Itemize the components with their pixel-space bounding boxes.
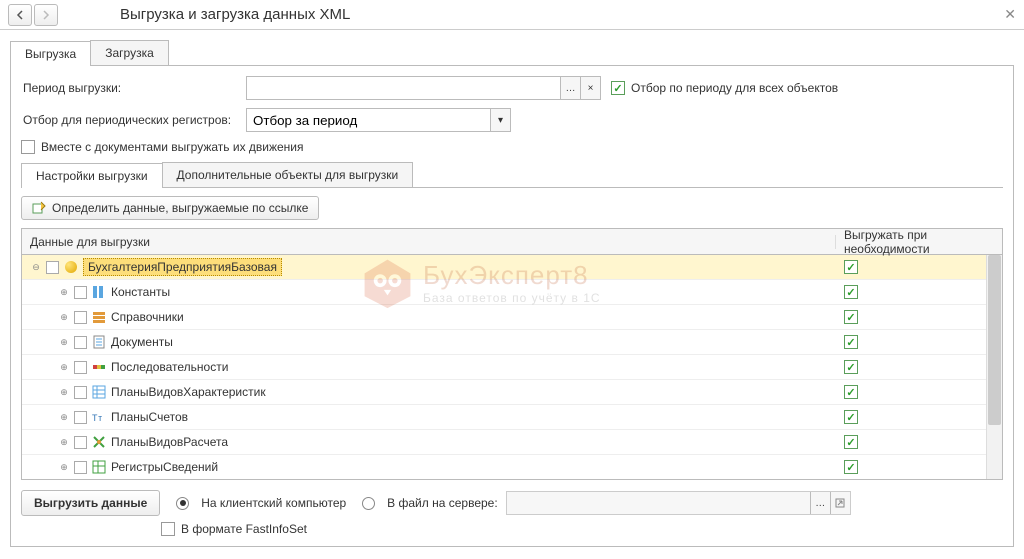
- table-row[interactable]: ⊖ БухгалтерияПредприятияБазовая: [22, 255, 1002, 280]
- table-row[interactable]: ⊕ Тт ПланыСчетов: [22, 405, 1002, 430]
- chart-char-icon: [91, 384, 107, 400]
- constants-icon: [91, 284, 107, 300]
- info-reg-icon: [91, 459, 107, 475]
- row-checkbox[interactable]: [74, 386, 87, 399]
- col-required: Выгружать при необходимости: [836, 228, 1002, 256]
- expand-icon[interactable]: ⊕: [58, 411, 70, 423]
- expand-icon[interactable]: ⊕: [58, 386, 70, 398]
- period-label: Период выгрузки:: [21, 81, 246, 95]
- documents-icon: [91, 334, 107, 350]
- fastinfoset-label: В формате FastInfoSet: [181, 522, 307, 536]
- row-checkbox[interactable]: [74, 411, 87, 424]
- period-select-button[interactable]: …: [560, 77, 580, 99]
- period-filter-all-label: Отбор по периоду для всех объектов: [631, 81, 838, 95]
- chart-acc-icon: Тт: [91, 409, 107, 425]
- link-data-icon: [32, 201, 46, 215]
- determine-by-link-button[interactable]: Определить данные, выгружаемые по ссылке: [21, 196, 319, 220]
- row-checkbox[interactable]: [74, 361, 87, 374]
- expand-icon[interactable]: ⊕: [58, 461, 70, 473]
- expand-icon[interactable]: ⊕: [58, 311, 70, 323]
- nav-forward-button[interactable]: [34, 4, 58, 26]
- row-checkbox[interactable]: [74, 286, 87, 299]
- close-icon[interactable]: ✕: [1004, 6, 1016, 23]
- export-movements-label: Вместе с документами выгружать их движен…: [41, 140, 304, 154]
- expand-icon[interactable]: ⊕: [58, 361, 70, 373]
- expand-icon[interactable]: ⊕: [58, 286, 70, 298]
- server-path-open-button[interactable]: [830, 492, 850, 514]
- periodic-registers-label: Отбор для периодических регистров:: [21, 113, 246, 127]
- row-checkbox[interactable]: [74, 461, 87, 474]
- export-data-table: Данные для выгрузки Выгружать при необхо…: [21, 228, 1003, 480]
- period-filter-all-checkbox[interactable]: [611, 81, 625, 95]
- required-checkbox[interactable]: [844, 310, 858, 324]
- row-label: БухгалтерияПредприятияБазовая: [83, 258, 282, 276]
- table-row[interactable]: ⊕ Документы: [22, 330, 1002, 355]
- row-label: Последовательности: [111, 360, 228, 374]
- scroll-thumb[interactable]: [988, 255, 1001, 425]
- row-checkbox[interactable]: [74, 436, 87, 449]
- row-label: ПланыВидовХарактеристик: [111, 385, 266, 399]
- required-checkbox[interactable]: [844, 260, 858, 274]
- export-button[interactable]: Выгрузить данные: [21, 490, 160, 516]
- to-client-label: На клиентский компьютер: [201, 496, 346, 510]
- required-checkbox[interactable]: [844, 435, 858, 449]
- table-scrollbar[interactable]: [986, 255, 1002, 479]
- table-row[interactable]: ⊕ Константы: [22, 280, 1002, 305]
- server-path-input[interactable]: [507, 492, 810, 514]
- table-row[interactable]: ⊕ РегистрыСведений: [22, 455, 1002, 480]
- col-data: Данные для выгрузки: [22, 235, 836, 249]
- expand-icon[interactable]: ⊕: [58, 436, 70, 448]
- to-server-label: В файл на сервере:: [387, 496, 498, 510]
- row-label: Документы: [111, 335, 173, 349]
- periodic-registers-select[interactable]: [247, 109, 490, 131]
- table-row[interactable]: ⊕ ПланыВидовРасчета: [22, 430, 1002, 455]
- tab-import[interactable]: Загрузка: [90, 40, 169, 65]
- row-checkbox[interactable]: [74, 311, 87, 324]
- table-row[interactable]: ⊕ Справочники: [22, 305, 1002, 330]
- fastinfoset-checkbox[interactable]: [161, 522, 175, 536]
- period-clear-button[interactable]: ×: [580, 77, 600, 99]
- ball-icon: [63, 259, 79, 275]
- tab-additional-objects[interactable]: Дополнительные объекты для выгрузки: [162, 162, 414, 187]
- expand-icon[interactable]: ⊕: [58, 336, 70, 348]
- chart-calc-icon: [91, 434, 107, 450]
- required-checkbox[interactable]: [844, 285, 858, 299]
- tab-export[interactable]: Выгрузка: [10, 41, 91, 66]
- row-label: РегистрыСведений: [111, 460, 218, 474]
- row-label: ПланыВидовРасчета: [111, 435, 228, 449]
- row-label: Константы: [111, 285, 170, 299]
- required-checkbox[interactable]: [844, 335, 858, 349]
- required-checkbox[interactable]: [844, 460, 858, 474]
- periodic-registers-dropdown[interactable]: ▾: [490, 109, 510, 131]
- export-movements-checkbox[interactable]: [21, 140, 35, 154]
- row-label: Справочники: [111, 310, 184, 324]
- required-checkbox[interactable]: [844, 410, 858, 424]
- catalogs-icon: [91, 309, 107, 325]
- nav-back-button[interactable]: [8, 4, 32, 26]
- row-checkbox[interactable]: [74, 336, 87, 349]
- collapse-icon[interactable]: ⊖: [30, 261, 42, 273]
- required-checkbox[interactable]: [844, 360, 858, 374]
- radio-to-client[interactable]: [176, 497, 189, 510]
- radio-to-server[interactable]: [362, 497, 375, 510]
- period-input[interactable]: [247, 77, 560, 99]
- tab-export-settings[interactable]: Настройки выгрузки: [21, 163, 163, 188]
- row-checkbox[interactable]: [46, 261, 59, 274]
- table-row[interactable]: ⊕ ПланыВидовХарактеристик: [22, 380, 1002, 405]
- svg-text:Тт: Тт: [92, 414, 103, 424]
- sequences-icon: [91, 359, 107, 375]
- required-checkbox[interactable]: [844, 385, 858, 399]
- server-path-select-button[interactable]: …: [810, 492, 830, 514]
- window-title: Выгрузка и загрузка данных XML: [120, 6, 350, 23]
- row-label: ПланыСчетов: [111, 410, 188, 424]
- table-row[interactable]: ⊕ Последовательности: [22, 355, 1002, 380]
